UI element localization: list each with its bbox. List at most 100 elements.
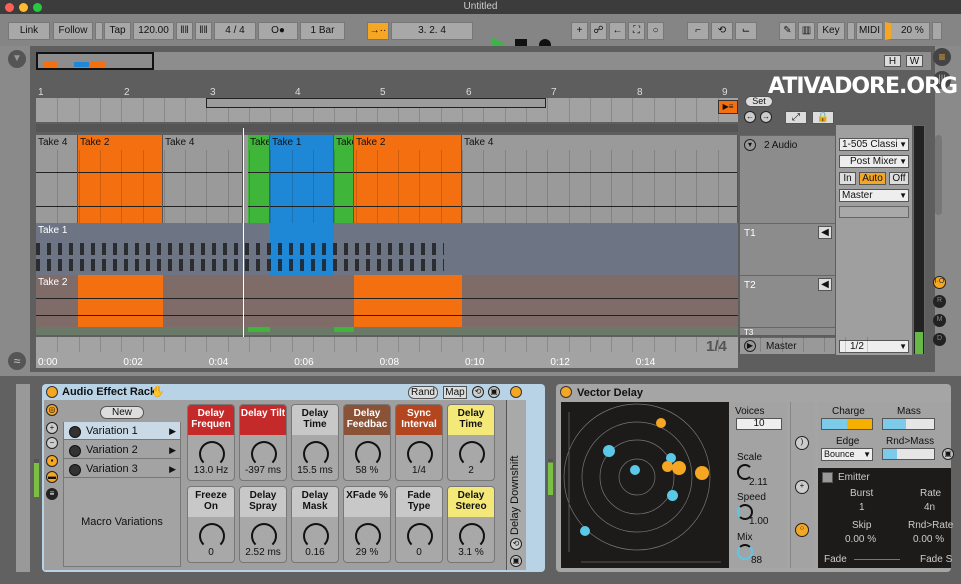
comp-clip[interactable]: Take 4 [163, 135, 243, 223]
view-toggle-d-button[interactable]: D [933, 333, 946, 346]
back-to-arrangement-icon[interactable]: ← [609, 22, 626, 40]
next-locator-icon[interactable]: → [760, 111, 772, 123]
edge-select[interactable]: Bounce [821, 448, 873, 461]
key-map-button[interactable]: Key [817, 22, 845, 40]
input-type-select[interactable]: 1-505 Classi [839, 138, 909, 151]
variations-icon[interactable]: ▪ [46, 455, 58, 467]
midi-map-button[interactable]: MIDI [856, 22, 883, 40]
take-lane-header-t3[interactable]: T3 [740, 327, 835, 335]
variation-item[interactable]: Variation 3 [64, 460, 180, 478]
comp-clip[interactable]: Take 1 [270, 135, 334, 223]
remove-macro-icon[interactable]: − [46, 437, 58, 449]
knob-dial[interactable] [459, 523, 485, 549]
knob-dial[interactable] [407, 441, 433, 467]
new-variation-button[interactable]: New [100, 406, 144, 419]
add-icon[interactable]: + [795, 480, 809, 494]
monitor-off-button[interactable]: Off [889, 172, 909, 185]
view-toggle-m-button[interactable]: M [933, 314, 946, 327]
knob-dial[interactable] [303, 441, 329, 467]
chain-list-icon[interactable]: ▬ [46, 471, 58, 483]
macro-knob-10[interactable]: XFade % 29 % [343, 486, 391, 563]
knob-dial[interactable] [199, 523, 225, 549]
audio-wave-icon[interactable]: ≈ [8, 352, 26, 370]
knob-dial[interactable] [303, 523, 329, 549]
playhead[interactable] [243, 128, 244, 356]
knob-dial[interactable] [407, 523, 433, 549]
voices-field[interactable]: 10 [736, 418, 782, 430]
master-output-select[interactable]: 1/2 [839, 340, 909, 353]
rand-button[interactable]: Rand [408, 386, 438, 399]
follow-playhead-icon[interactable]: ▶≡ [718, 100, 738, 114]
macro-knob-9[interactable]: Delay Mask 0.16 [291, 486, 339, 563]
minimize-window-button[interactable] [19, 3, 28, 12]
quantize-menu[interactable]: 1 Bar [300, 22, 345, 40]
hot-swap-icon[interactable]: ⟲ [472, 386, 484, 398]
take-lane-1[interactable]: Take 1 [36, 223, 738, 275]
input-channel-select[interactable]: Post Mixer [839, 155, 909, 168]
chain-device-activator[interactable] [510, 386, 522, 398]
save-icon[interactable]: ▣ [942, 448, 954, 460]
monitor-auto-button[interactable]: Auto [859, 172, 886, 185]
rnd-mass-slider[interactable] [882, 448, 935, 460]
knob-dial[interactable] [355, 441, 381, 467]
macro-knob-2[interactable]: Delay Tilt -397 ms [239, 404, 287, 481]
draw-mode-icon[interactable]: ✎ [779, 22, 796, 40]
cpu-meter[interactable]: 20 % [885, 22, 930, 40]
macro-knob-12[interactable]: Delay Stereo 3.1 % [447, 486, 495, 563]
macro-knob-6[interactable]: Delay Time 2 [447, 404, 495, 481]
tempo-field[interactable]: 120.00 [133, 22, 174, 40]
arrangement-fold-icon[interactable]: ▼ [8, 50, 26, 68]
monitor-in-button[interactable]: In [839, 172, 856, 185]
comp-clip[interactable]: Take 2 [354, 135, 462, 223]
punch-in-icon[interactable]: ⌐ [687, 22, 709, 40]
take-lane-2[interactable]: Take 2 [36, 275, 738, 327]
emitter-checkbox[interactable] [822, 472, 833, 483]
variation-item[interactable]: Variation 2 [64, 441, 180, 459]
track-header-2-audio[interactable]: ▾ 2 Audio [740, 135, 835, 223]
vertical-scrollbar[interactable] [935, 135, 942, 215]
hot-swap-icon[interactable]: ⟲ [510, 538, 522, 550]
output-select[interactable]: Master [839, 189, 909, 202]
sound-icon[interactable]: ) [795, 436, 809, 450]
loop-brace[interactable] [206, 98, 546, 108]
optimize-height-button[interactable]: H [884, 55, 901, 67]
rate-value[interactable]: 4n [924, 502, 935, 513]
speaker-icon[interactable]: ◀ [818, 278, 832, 291]
knob-dial[interactable] [355, 523, 381, 549]
expand-icon[interactable]: ⤢ [785, 111, 807, 124]
knob-dial[interactable] [199, 441, 225, 467]
add-macro-icon[interactable]: + [46, 422, 58, 434]
comp-clip[interactable]: Take [334, 135, 354, 223]
set-locator-button[interactable]: Set [745, 96, 773, 107]
macro-knob-4[interactable]: Delay Feedbac 58 % [343, 404, 391, 481]
master-track-header[interactable]: ▶ Master [740, 337, 835, 354]
link-button[interactable]: Link [8, 22, 50, 40]
take-2-selected-region[interactable] [78, 275, 163, 327]
knob-dial[interactable] [251, 441, 277, 467]
punch-out-icon[interactable]: ⌙ [735, 22, 757, 40]
rnd-rate-value[interactable]: 0.00 % [913, 534, 944, 545]
macro-knob-8[interactable]: Delay Spray 2.52 ms [239, 486, 287, 563]
comp-clip[interactable]: Take [248, 135, 270, 223]
macro-knob-5[interactable]: Sync Interval 1/4 [395, 404, 443, 481]
arrangement-view-icon[interactable]: ≡ [933, 48, 951, 66]
maximize-window-button[interactable] [33, 3, 42, 12]
output-channel-field[interactable] [839, 206, 909, 218]
previous-locator-icon[interactable]: ← [744, 111, 756, 123]
loop-icon[interactable]: ⟲ [711, 22, 733, 40]
rack-activator-button[interactable] [46, 386, 58, 398]
song-position-field[interactable]: 3. 2. 4 [391, 22, 473, 40]
speaker-icon[interactable]: ◀ [818, 226, 832, 239]
nudge-down-icon[interactable]: ‖‖ [176, 22, 193, 40]
fade-slider[interactable] [854, 559, 900, 560]
macro-knob-11[interactable]: Fade Type 0 [395, 486, 443, 563]
variation-item[interactable]: Variation 1 [64, 422, 180, 440]
particle-display[interactable] [561, 402, 729, 568]
optimize-width-button[interactable]: W [906, 55, 923, 67]
automation-arm-icon[interactable]: ☍ [590, 22, 607, 40]
macro-knob-1[interactable]: Delay Frequen 13.0 Hz [187, 404, 235, 481]
capture-icon[interactable]: ⛶ [628, 22, 645, 40]
map-button[interactable]: Map [443, 386, 467, 399]
metronome-menu[interactable]: O● [258, 22, 298, 40]
take-lane-header-t2[interactable]: T2 ◀ [740, 275, 835, 327]
